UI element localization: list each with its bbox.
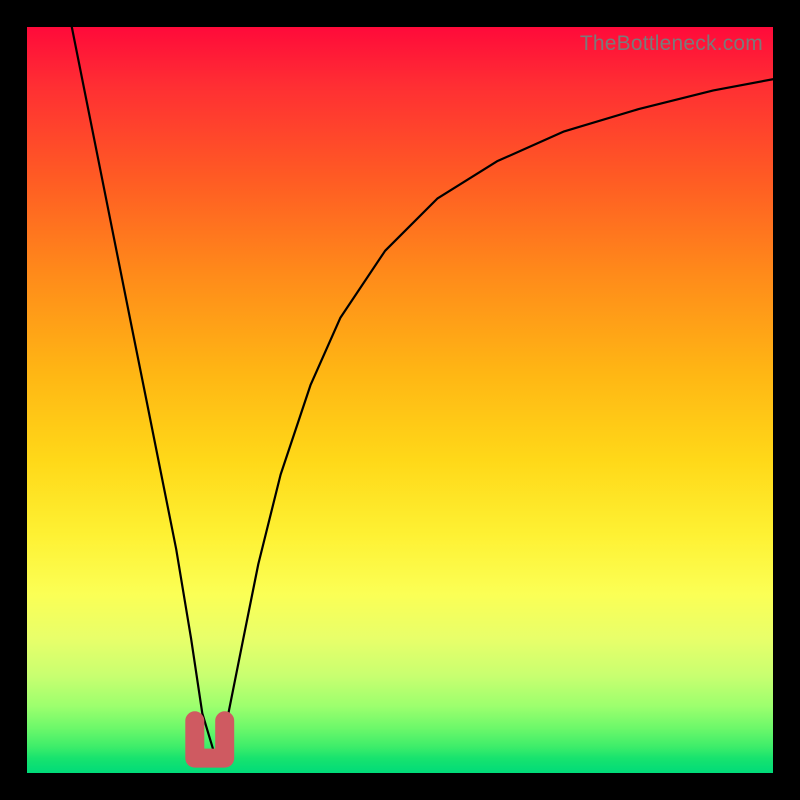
chart-frame: TheBottleneck.com bbox=[0, 0, 800, 800]
bottleneck-curve bbox=[72, 27, 773, 751]
plot-area: TheBottleneck.com bbox=[27, 27, 773, 773]
chart-svg bbox=[27, 27, 773, 773]
